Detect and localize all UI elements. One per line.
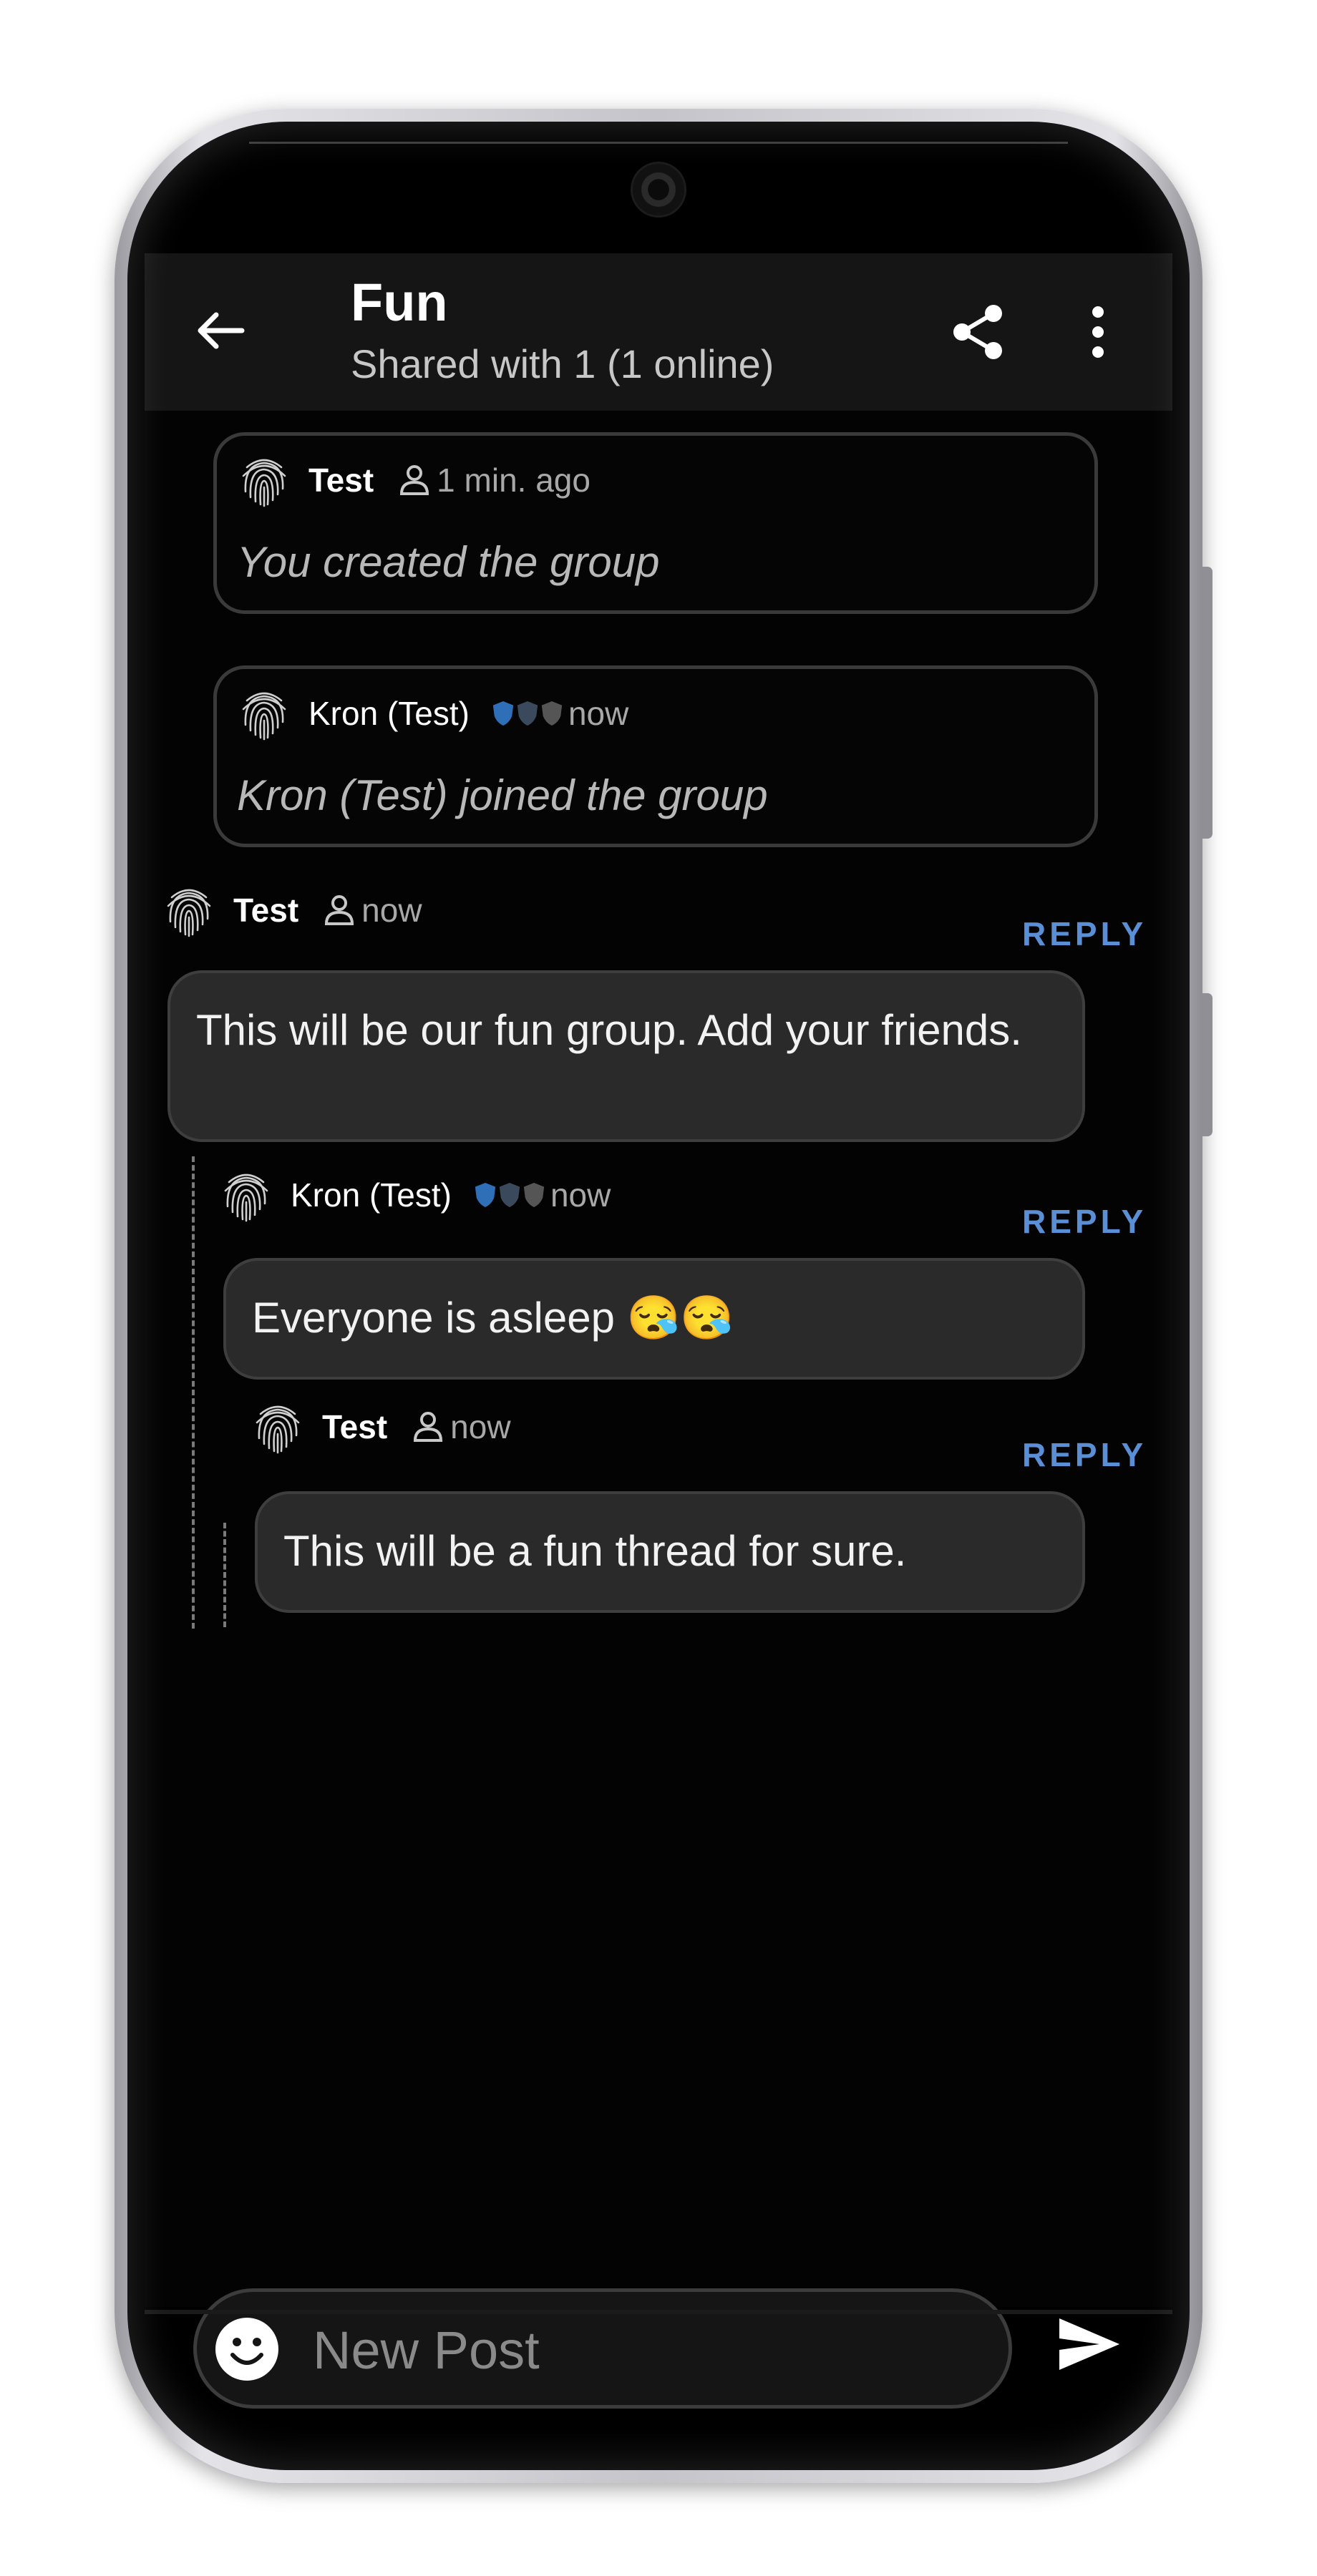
post-meta: Test now bbox=[162, 882, 422, 939]
post-bubble: This will be a fun thread for sure. bbox=[255, 1491, 1085, 1613]
reply-button[interactable]: REPLY bbox=[1022, 1202, 1147, 1241]
reply-button[interactable]: REPLY bbox=[1022, 914, 1147, 953]
composer bbox=[193, 2288, 1012, 2409]
post-meta: Kron (Test) now bbox=[219, 1166, 611, 1224]
more-options-button[interactable] bbox=[1069, 296, 1127, 368]
person-icon bbox=[397, 462, 432, 498]
more-vert-icon bbox=[1092, 306, 1104, 358]
page-title: Fun bbox=[351, 273, 448, 332]
share-icon bbox=[953, 305, 1002, 359]
event-text: Kron (Test) joined the group bbox=[237, 771, 768, 819]
shield-icons bbox=[473, 1181, 546, 1209]
power-button bbox=[1202, 993, 1212, 1136]
back-button[interactable] bbox=[186, 296, 255, 365]
shield-icon bbox=[515, 700, 540, 727]
reply-button[interactable]: REPLY bbox=[1022, 1435, 1147, 1474]
shield-icon bbox=[491, 700, 515, 727]
send-button[interactable] bbox=[1046, 2301, 1132, 2387]
share-button[interactable] bbox=[942, 296, 1014, 368]
phone-screen: Fun Shared with 1 (1 online) Test 1 min. bbox=[127, 122, 1190, 2470]
post-meta: Test now bbox=[251, 1398, 511, 1455]
fingerprint-icon bbox=[219, 1166, 273, 1224]
author-name: Test bbox=[322, 1408, 388, 1445]
event-meta: Kron (Test) now bbox=[237, 685, 628, 742]
fingerprint-icon bbox=[162, 882, 216, 939]
thread-line bbox=[223, 1523, 226, 1627]
timestamp: now bbox=[550, 1176, 611, 1214]
volume-button bbox=[1202, 567, 1212, 839]
fingerprint-icon bbox=[251, 1398, 305, 1455]
nav-bar-divider bbox=[145, 2310, 1172, 2314]
shield-icon bbox=[473, 1181, 497, 1209]
timestamp: now bbox=[568, 695, 629, 732]
shield-icon bbox=[522, 1181, 546, 1209]
fingerprint-icon bbox=[237, 685, 291, 742]
author-name: Kron (Test) bbox=[291, 1176, 452, 1214]
new-post-input[interactable] bbox=[311, 2311, 958, 2389]
arrow-left-icon bbox=[198, 312, 245, 349]
front-camera bbox=[631, 162, 686, 218]
post-bubble: This will be our fun group. Add your fri… bbox=[167, 970, 1085, 1142]
chat-app: Fun Shared with 1 (1 online) Test 1 min. bbox=[145, 253, 1172, 2409]
event-card: Test 1 min. ago You created the group bbox=[213, 432, 1098, 614]
author-name: Test bbox=[233, 892, 299, 929]
fingerprint-icon bbox=[237, 452, 291, 509]
timestamp: now bbox=[450, 1408, 511, 1445]
status-bar-edge bbox=[249, 142, 1068, 144]
shared-status: Shared with 1 (1 online) bbox=[351, 341, 774, 386]
timestamp: now bbox=[361, 892, 422, 929]
event-text: You created the group bbox=[237, 538, 660, 586]
shield-icons bbox=[491, 700, 564, 727]
shield-icon bbox=[540, 700, 564, 727]
thread-line bbox=[192, 1156, 195, 1629]
person-icon bbox=[410, 1409, 446, 1445]
emoji-smile-icon bbox=[215, 2318, 278, 2381]
event-meta: Test 1 min. ago bbox=[237, 452, 591, 509]
send-icon bbox=[1059, 2318, 1119, 2370]
author-name: Test bbox=[308, 462, 374, 499]
timestamp: 1 min. ago bbox=[437, 462, 591, 499]
post-bubble: Everyone is asleep 😪😪 bbox=[223, 1258, 1085, 1380]
shield-icon bbox=[497, 1181, 522, 1209]
author-name: Kron (Test) bbox=[308, 695, 470, 732]
emoji-button[interactable] bbox=[214, 2316, 280, 2382]
app-header: Fun Shared with 1 (1 online) bbox=[145, 253, 1172, 411]
person-icon bbox=[321, 892, 357, 928]
event-card: Kron (Test) now Kron (Test) joined the g… bbox=[213, 665, 1098, 847]
